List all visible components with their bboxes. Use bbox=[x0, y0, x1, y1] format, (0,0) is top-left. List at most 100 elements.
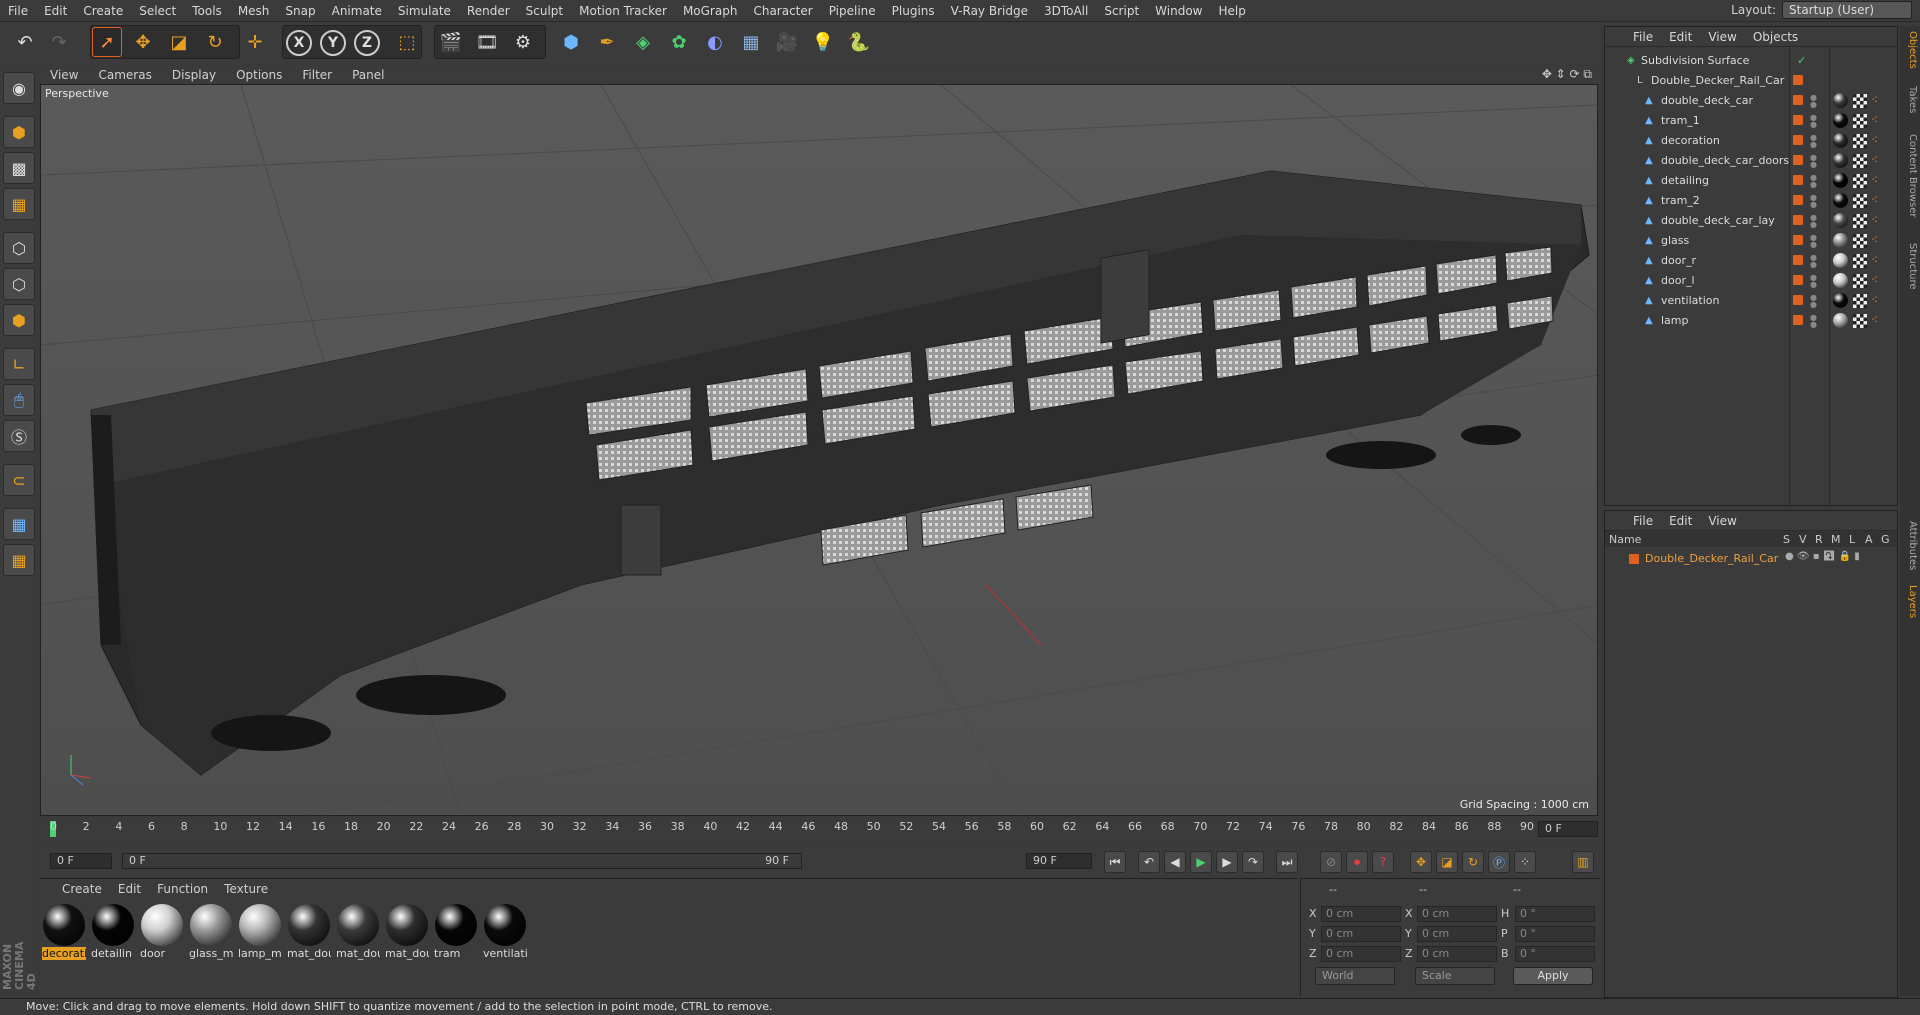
menu-file[interactable]: File bbox=[0, 4, 36, 18]
phong-tag-icon[interactable]: ⁖ bbox=[1871, 253, 1878, 267]
menu-3dtoall[interactable]: 3DToAll bbox=[1036, 4, 1096, 18]
layer-menu-edit[interactable]: Edit bbox=[1661, 514, 1700, 528]
tab-takes[interactable]: Takes bbox=[1902, 82, 1918, 118]
object-row-group[interactable]: L Double_Decker_Rail_Car bbox=[1605, 71, 1897, 91]
object-row-double-deck-car-doors[interactable]: ▲ double_deck_car_doors ● ● ⁖ bbox=[1605, 151, 1897, 171]
menu-mesh[interactable]: Mesh bbox=[230, 4, 278, 18]
material-swatch[interactable]: mat_dou bbox=[287, 903, 331, 965]
material-tag-icon[interactable] bbox=[1833, 253, 1848, 268]
light-icon[interactable]: 💡 bbox=[808, 27, 838, 57]
menu-character[interactable]: Character bbox=[745, 4, 820, 18]
menu-plugins[interactable]: Plugins bbox=[884, 4, 943, 18]
layer-color-swatch[interactable] bbox=[1793, 95, 1803, 105]
material-menu-texture[interactable]: Texture bbox=[216, 882, 276, 896]
y-axis-lock-button[interactable]: Y bbox=[320, 30, 346, 56]
apply-button[interactable]: Apply bbox=[1513, 967, 1593, 985]
material-tag-icon[interactable] bbox=[1833, 93, 1848, 108]
coordinate-system-icon[interactable]: ⬚ bbox=[392, 27, 422, 57]
workplane-icon[interactable]: ▦ bbox=[3, 188, 35, 220]
points-mode-icon[interactable]: ⬡ bbox=[3, 232, 35, 264]
rotation-b-field[interactable]: 0 ° bbox=[1515, 946, 1595, 962]
object-row-door-l[interactable]: ▲ door_l ● ● ⁖ bbox=[1605, 271, 1897, 291]
layer-toggle-icons[interactable]: ● 👁 ▪ ⤵ 🔒 ▮ bbox=[1785, 551, 1860, 562]
range-slider[interactable]: 0 F 90 F bbox=[122, 853, 802, 869]
visibility-dots[interactable]: ● ● bbox=[1810, 274, 1817, 289]
layer-color-swatch[interactable] bbox=[1793, 135, 1803, 145]
texture-tag-icon[interactable] bbox=[1853, 114, 1867, 128]
layer-color-swatch[interactable] bbox=[1793, 155, 1803, 165]
axis-mode-icon[interactable]: ∟ bbox=[3, 348, 35, 380]
pen-spline-icon[interactable]: ✒ bbox=[592, 27, 622, 57]
tab-content-browser[interactable]: Content Browser bbox=[1902, 126, 1918, 226]
visibility-dots[interactable]: ● ● bbox=[1810, 234, 1817, 249]
menu-sculpt[interactable]: Sculpt bbox=[518, 4, 571, 18]
go-to-start-icon[interactable]: ⏮ bbox=[1104, 851, 1126, 873]
tab-attributes[interactable]: Attributes bbox=[1902, 516, 1918, 576]
current-frame-field[interactable]: 0 F bbox=[1538, 821, 1598, 837]
make-editable-icon[interactable]: ◉ bbox=[3, 72, 35, 104]
texture-tag-icon[interactable] bbox=[1853, 154, 1867, 168]
3d-viewport[interactable]: Perspective Grid Spacing : 1000 cm bbox=[40, 84, 1598, 816]
select-arrow-icon[interactable]: ➚ bbox=[92, 27, 122, 57]
viewport-menu-view[interactable]: View bbox=[40, 68, 88, 82]
phong-tag-icon[interactable]: ⁖ bbox=[1871, 313, 1878, 327]
model-mode-icon[interactable]: ⬢ bbox=[3, 116, 35, 148]
material-tag-icon[interactable] bbox=[1833, 213, 1848, 228]
object-row-double-deck-car[interactable]: ▲ double_deck_car ● ● ⁖ bbox=[1605, 91, 1897, 111]
visibility-dots[interactable]: ● ● bbox=[1810, 174, 1817, 189]
menu-mograph[interactable]: MoGraph bbox=[675, 4, 746, 18]
snap-magnet-icon[interactable]: ⊂ bbox=[3, 464, 35, 496]
phong-tag-icon[interactable]: ⁖ bbox=[1871, 113, 1878, 127]
material-tag-icon[interactable] bbox=[1833, 273, 1848, 288]
tab-layers[interactable]: Layers bbox=[1902, 582, 1918, 622]
object-menu-view[interactable]: View bbox=[1700, 30, 1744, 44]
material-swatch[interactable]: ventilati bbox=[483, 903, 527, 965]
menu-help[interactable]: Help bbox=[1210, 4, 1253, 18]
layer-row[interactable]: Double_Decker_Rail_Car ● 👁 ▪ ⤵ 🔒 ▮ bbox=[1605, 549, 1897, 569]
next-key-icon[interactable]: ↷ bbox=[1242, 851, 1264, 873]
material-swatch[interactable]: mat_dou bbox=[385, 903, 429, 965]
object-menu-objects[interactable]: Objects bbox=[1745, 30, 1806, 44]
phong-tag-icon[interactable]: ⁖ bbox=[1871, 173, 1878, 187]
go-to-end-icon[interactable]: ⏭ bbox=[1276, 851, 1298, 873]
material-menu-create[interactable]: Create bbox=[54, 882, 110, 896]
texture-tag-icon[interactable] bbox=[1853, 194, 1867, 208]
material-tag-icon[interactable] bbox=[1833, 173, 1848, 188]
layer-color-swatch[interactable] bbox=[1793, 115, 1803, 125]
material-swatch[interactable]: decorati bbox=[42, 903, 86, 965]
layer-color-swatch[interactable] bbox=[1793, 75, 1803, 85]
start-frame-field[interactable]: 0 F bbox=[50, 853, 112, 869]
material-swatch[interactable]: glass_m bbox=[189, 903, 233, 965]
menu-animate[interactable]: Animate bbox=[324, 4, 390, 18]
layer-color-swatch[interactable] bbox=[1793, 175, 1803, 185]
key-scale-icon[interactable]: ◪ bbox=[1436, 851, 1458, 873]
key-pla-icon[interactable]: ⁘ bbox=[1514, 851, 1536, 873]
texture-mode-icon[interactable]: ▩ bbox=[3, 152, 35, 184]
key-position-icon[interactable]: ✥ bbox=[1410, 851, 1432, 873]
texture-tag-icon[interactable] bbox=[1853, 234, 1867, 248]
viewport-menu-panel[interactable]: Panel bbox=[342, 68, 394, 82]
visibility-dots[interactable]: ● ● bbox=[1810, 154, 1817, 169]
visibility-dots[interactable]: ● ● bbox=[1810, 214, 1817, 229]
x-axis-lock-button[interactable]: X bbox=[286, 30, 312, 56]
material-menu-edit[interactable]: Edit bbox=[110, 882, 149, 896]
camera-icon[interactable]: 🎥 bbox=[772, 27, 802, 57]
phong-tag-icon[interactable]: ⁖ bbox=[1871, 273, 1878, 287]
texture-tag-icon[interactable] bbox=[1853, 294, 1867, 308]
object-menu-file[interactable]: File bbox=[1625, 30, 1661, 44]
menu-create[interactable]: Create bbox=[75, 4, 131, 18]
size-y-field[interactable]: 0 cm bbox=[1417, 926, 1497, 942]
end-frame-field[interactable]: 90 F bbox=[1026, 853, 1092, 869]
material-swatch[interactable]: lamp_m bbox=[238, 903, 282, 965]
material-swatch[interactable]: mat_dou bbox=[336, 903, 380, 965]
object-row-lamp[interactable]: ▲ lamp ● ● ⁖ bbox=[1605, 311, 1897, 331]
object-row-glass[interactable]: ▲ glass ● ● ⁖ bbox=[1605, 231, 1897, 251]
python-icon[interactable]: 🐍 bbox=[844, 27, 874, 57]
menu-tools[interactable]: Tools bbox=[184, 4, 230, 18]
material-tag-icon[interactable] bbox=[1833, 293, 1848, 308]
material-tag-icon[interactable] bbox=[1833, 193, 1848, 208]
scale-select[interactable]: Scale bbox=[1415, 967, 1495, 985]
key-rotation-icon[interactable]: ↻ bbox=[1462, 851, 1484, 873]
tab-structure[interactable]: Structure bbox=[1902, 236, 1918, 296]
layer-color-swatch[interactable] bbox=[1793, 275, 1803, 285]
